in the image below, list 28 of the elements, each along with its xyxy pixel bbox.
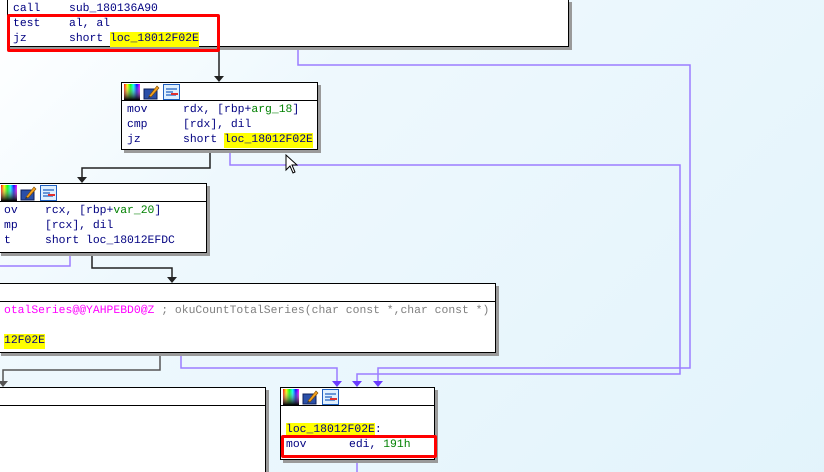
color-palette-icon[interactable] [1,184,17,200]
graph-node[interactable]: mov rdx, [rbp+arg_18] cmp [rdx], dil jz short loc_18012F02E [121,82,318,150]
code-line: jz short loc_18012F02E [127,133,313,148]
graph-node[interactable]: ov rcx, [rbp+var_20] mp [rcx], dil t short loc_18012EFDC [0,183,207,253]
color-palette-icon[interactable] [283,388,299,404]
code-line: ov rcx, [rbp+var_20] [4,204,162,219]
code-line: t short loc_18012EFDC [4,234,175,249]
graph-node[interactable] [0,387,266,472]
code-line: cmp [rdx], dil [127,118,252,133]
graph-node[interactable]: otalSeries@@YAHPEBD0@Z ; okuCountTotalSeries(char const *,char const *) 12F02E [0,283,496,353]
pencil-icon[interactable] [302,388,319,404]
code-line: call sub_180136A90 [13,2,158,17]
code-line: mov edi, 191h [286,438,411,453]
color-palette-icon[interactable] [124,84,140,100]
code-line: otalSeries@@YAHPEBD0@Z ; okuCountTotalSeries(char const *,char const *) [4,304,490,319]
pencil-icon[interactable] [20,184,37,200]
graph-overview-icon[interactable] [40,184,57,200]
code-line: mp [rcx], dil [4,219,114,234]
code-line: mov rdx, [rbp+arg_18] [127,103,300,118]
graph-overview-icon[interactable] [163,84,180,100]
graph-node[interactable]: call sub_180136A90 test al, al jz short loc_18012F02E [7,0,569,47]
code-line: jz short loc_18012F02E [13,32,199,47]
graph-overview-icon[interactable] [322,388,339,404]
code-line: test al, al [13,17,110,32]
pencil-icon[interactable] [143,84,160,100]
mouse-pointer-icon [285,154,298,174]
edge-line [0,253,71,267]
graph-node[interactable]: loc_18012F02E: mov edi, 191h [280,387,435,460]
